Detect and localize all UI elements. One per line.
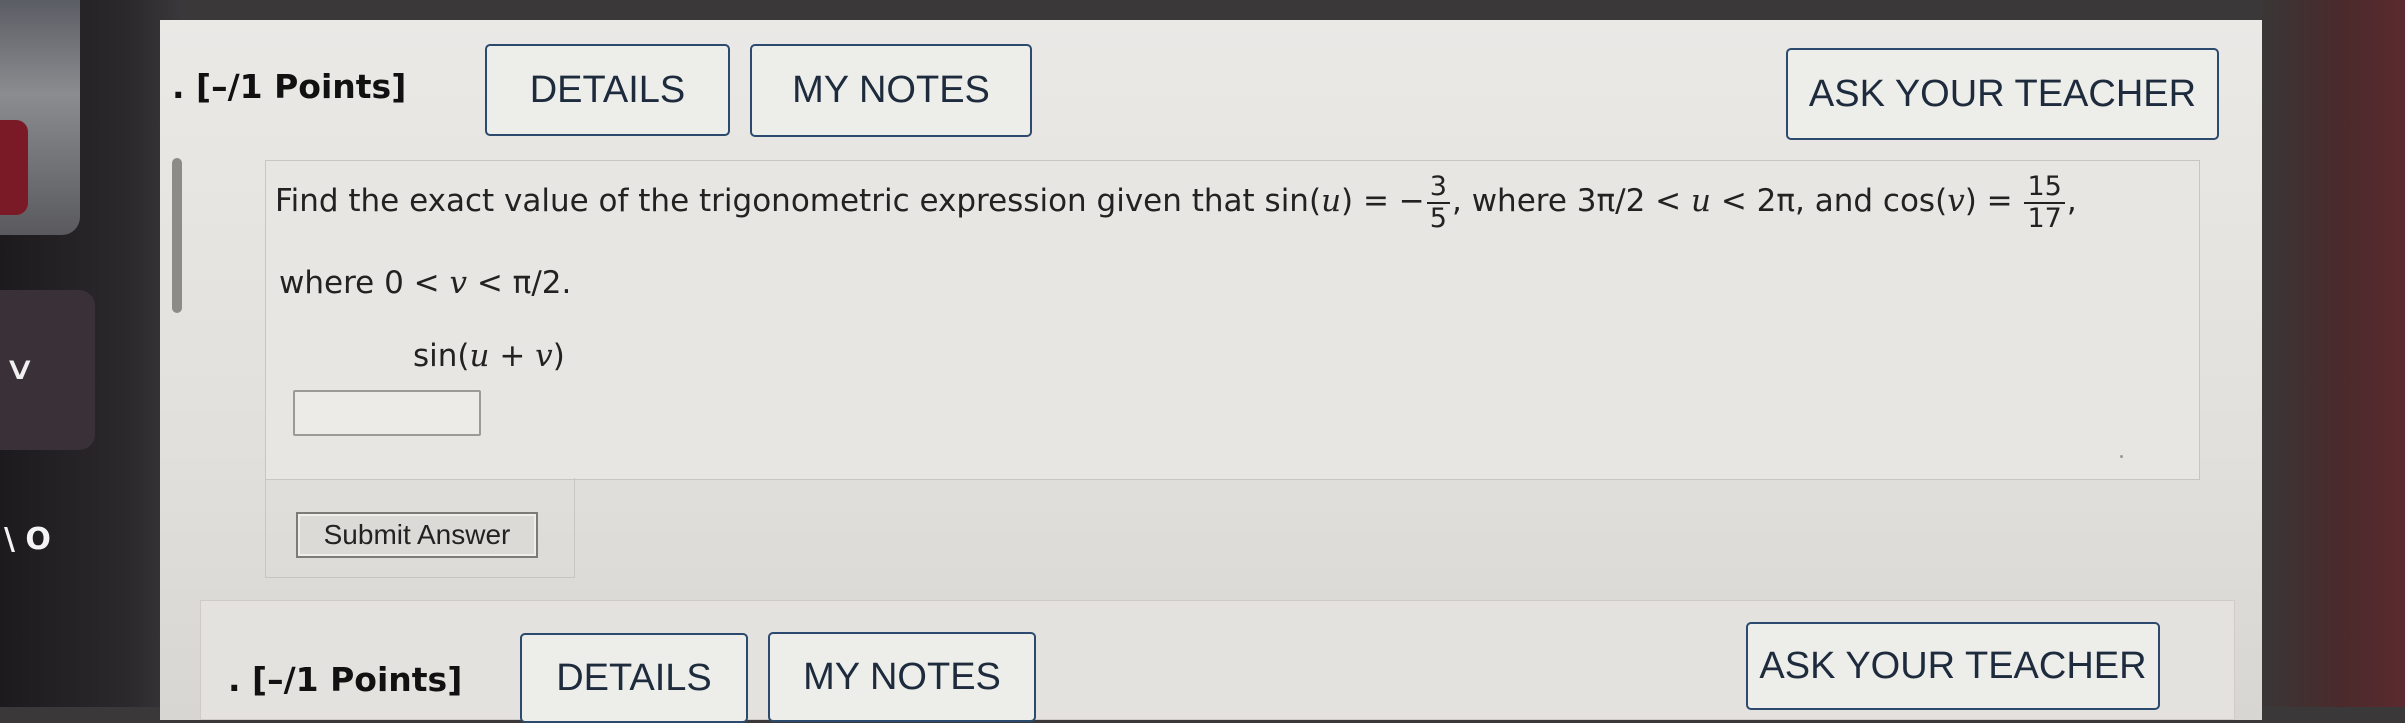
screen-bezel-right [2262,0,2405,707]
fraction-numerator: 3 [1426,172,1450,204]
fraction-3-5: 35 [1426,172,1450,234]
question-text-segment: < π/2. [467,265,572,301]
answer-input[interactable] [293,390,481,436]
variable-v: v [1947,183,1965,220]
side-badge-text: \ O [4,522,51,557]
expression-label: sin(u + v) [413,338,565,374]
my-notes-button[interactable]: MY NOTES [750,44,1032,137]
details-button[interactable]: DETAILS [485,44,730,136]
question-points-label: . [–/1 Points] [228,660,463,699]
decorative-dot [2120,455,2123,458]
variable-v: v [449,265,467,301]
expression-segment: sin( [413,338,470,374]
question-text-segment: , where 3π/2 < [1451,183,1691,220]
question-text-segment: , [2066,183,2077,220]
question-line-2: where 0 < v < π/2. [279,268,571,299]
scrollbar-thumb[interactable] [172,158,182,313]
expression-segment: ) [552,338,565,374]
variable-u: u [1321,183,1342,220]
ask-your-teacher-button[interactable]: ASK YOUR TEACHER [1746,622,2160,710]
question-text-segment: ) = − [1341,183,1425,220]
question-points-label: . [–/1 Points] [172,67,407,106]
question-text-segment: Find the exact value of the trigonometri… [275,183,1322,220]
details-button[interactable]: DETAILS [520,633,748,723]
chevron-down-icon[interactable]: ∨ [3,352,36,384]
expression-segment: + [489,338,536,374]
variable-u: u [1691,183,1711,220]
question-text-segment: where 0 < [279,265,450,301]
fraction-numerator: 15 [2024,172,2065,204]
variable-u: u [469,338,490,374]
my-notes-button[interactable]: MY NOTES [768,632,1036,722]
question-text-segment: ) = [1964,183,2023,220]
variable-v: v [535,338,553,374]
submit-answer-button[interactable]: Submit Answer [296,512,538,558]
fraction-denominator: 17 [2027,202,2062,234]
question-text-segment: < 2π, and cos( [1710,183,1948,220]
ask-your-teacher-button[interactable]: ASK YOUR TEACHER [1786,48,2219,140]
question-line-1: Find the exact value of the trigonometri… [275,172,2077,233]
side-red-tab [0,120,28,215]
fraction-15-17: 15 17 [2024,172,2065,234]
fraction-denominator: 5 [1429,202,1447,234]
